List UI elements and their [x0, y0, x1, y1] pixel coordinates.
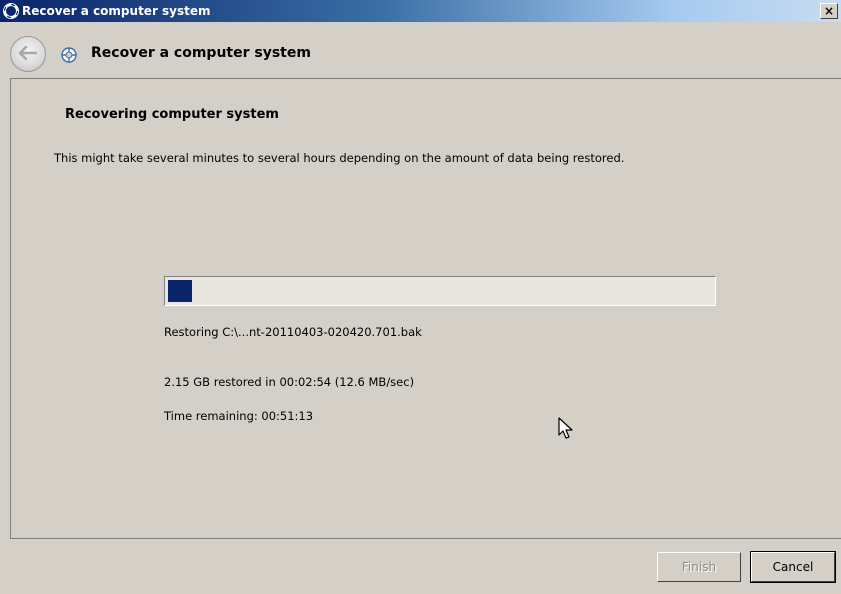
restoring-file-text: Restoring C:\...nt-20110403-020420.701.b…: [164, 325, 422, 339]
description-text: This might take several minutes to sever…: [54, 151, 625, 165]
progress-fill: [168, 280, 193, 302]
restored-amount-text: 2.15 GB restored in 00:02:54 (12.6 MB/se…: [164, 375, 415, 389]
header-title: Recover a computer system: [91, 45, 311, 61]
finish-button[interactable]: Finish: [657, 552, 741, 582]
back-arrow-icon: [18, 45, 38, 64]
content-panel: Recovering computer system This might ta…: [10, 78, 841, 539]
section-heading: Recovering computer system: [65, 107, 279, 122]
close-icon: ×: [823, 4, 835, 18]
recovery-icon: [3, 3, 19, 19]
progress-bar: [164, 276, 716, 306]
wizard-header: Recover a computer system: [10, 34, 841, 78]
close-button[interactable]: ×: [820, 3, 838, 19]
recovery-icon: [60, 46, 78, 64]
window-title: Recover a computer system: [22, 4, 211, 18]
cancel-button[interactable]: Cancel: [750, 551, 836, 583]
mouse-cursor-icon: [557, 417, 579, 441]
back-button[interactable]: [10, 36, 46, 72]
time-remaining-text: Time remaining: 00:51:13: [164, 409, 314, 423]
recover-window: Recover a computer system × Recover a co…: [0, 0, 841, 594]
title-bar[interactable]: Recover a computer system ×: [0, 0, 841, 22]
